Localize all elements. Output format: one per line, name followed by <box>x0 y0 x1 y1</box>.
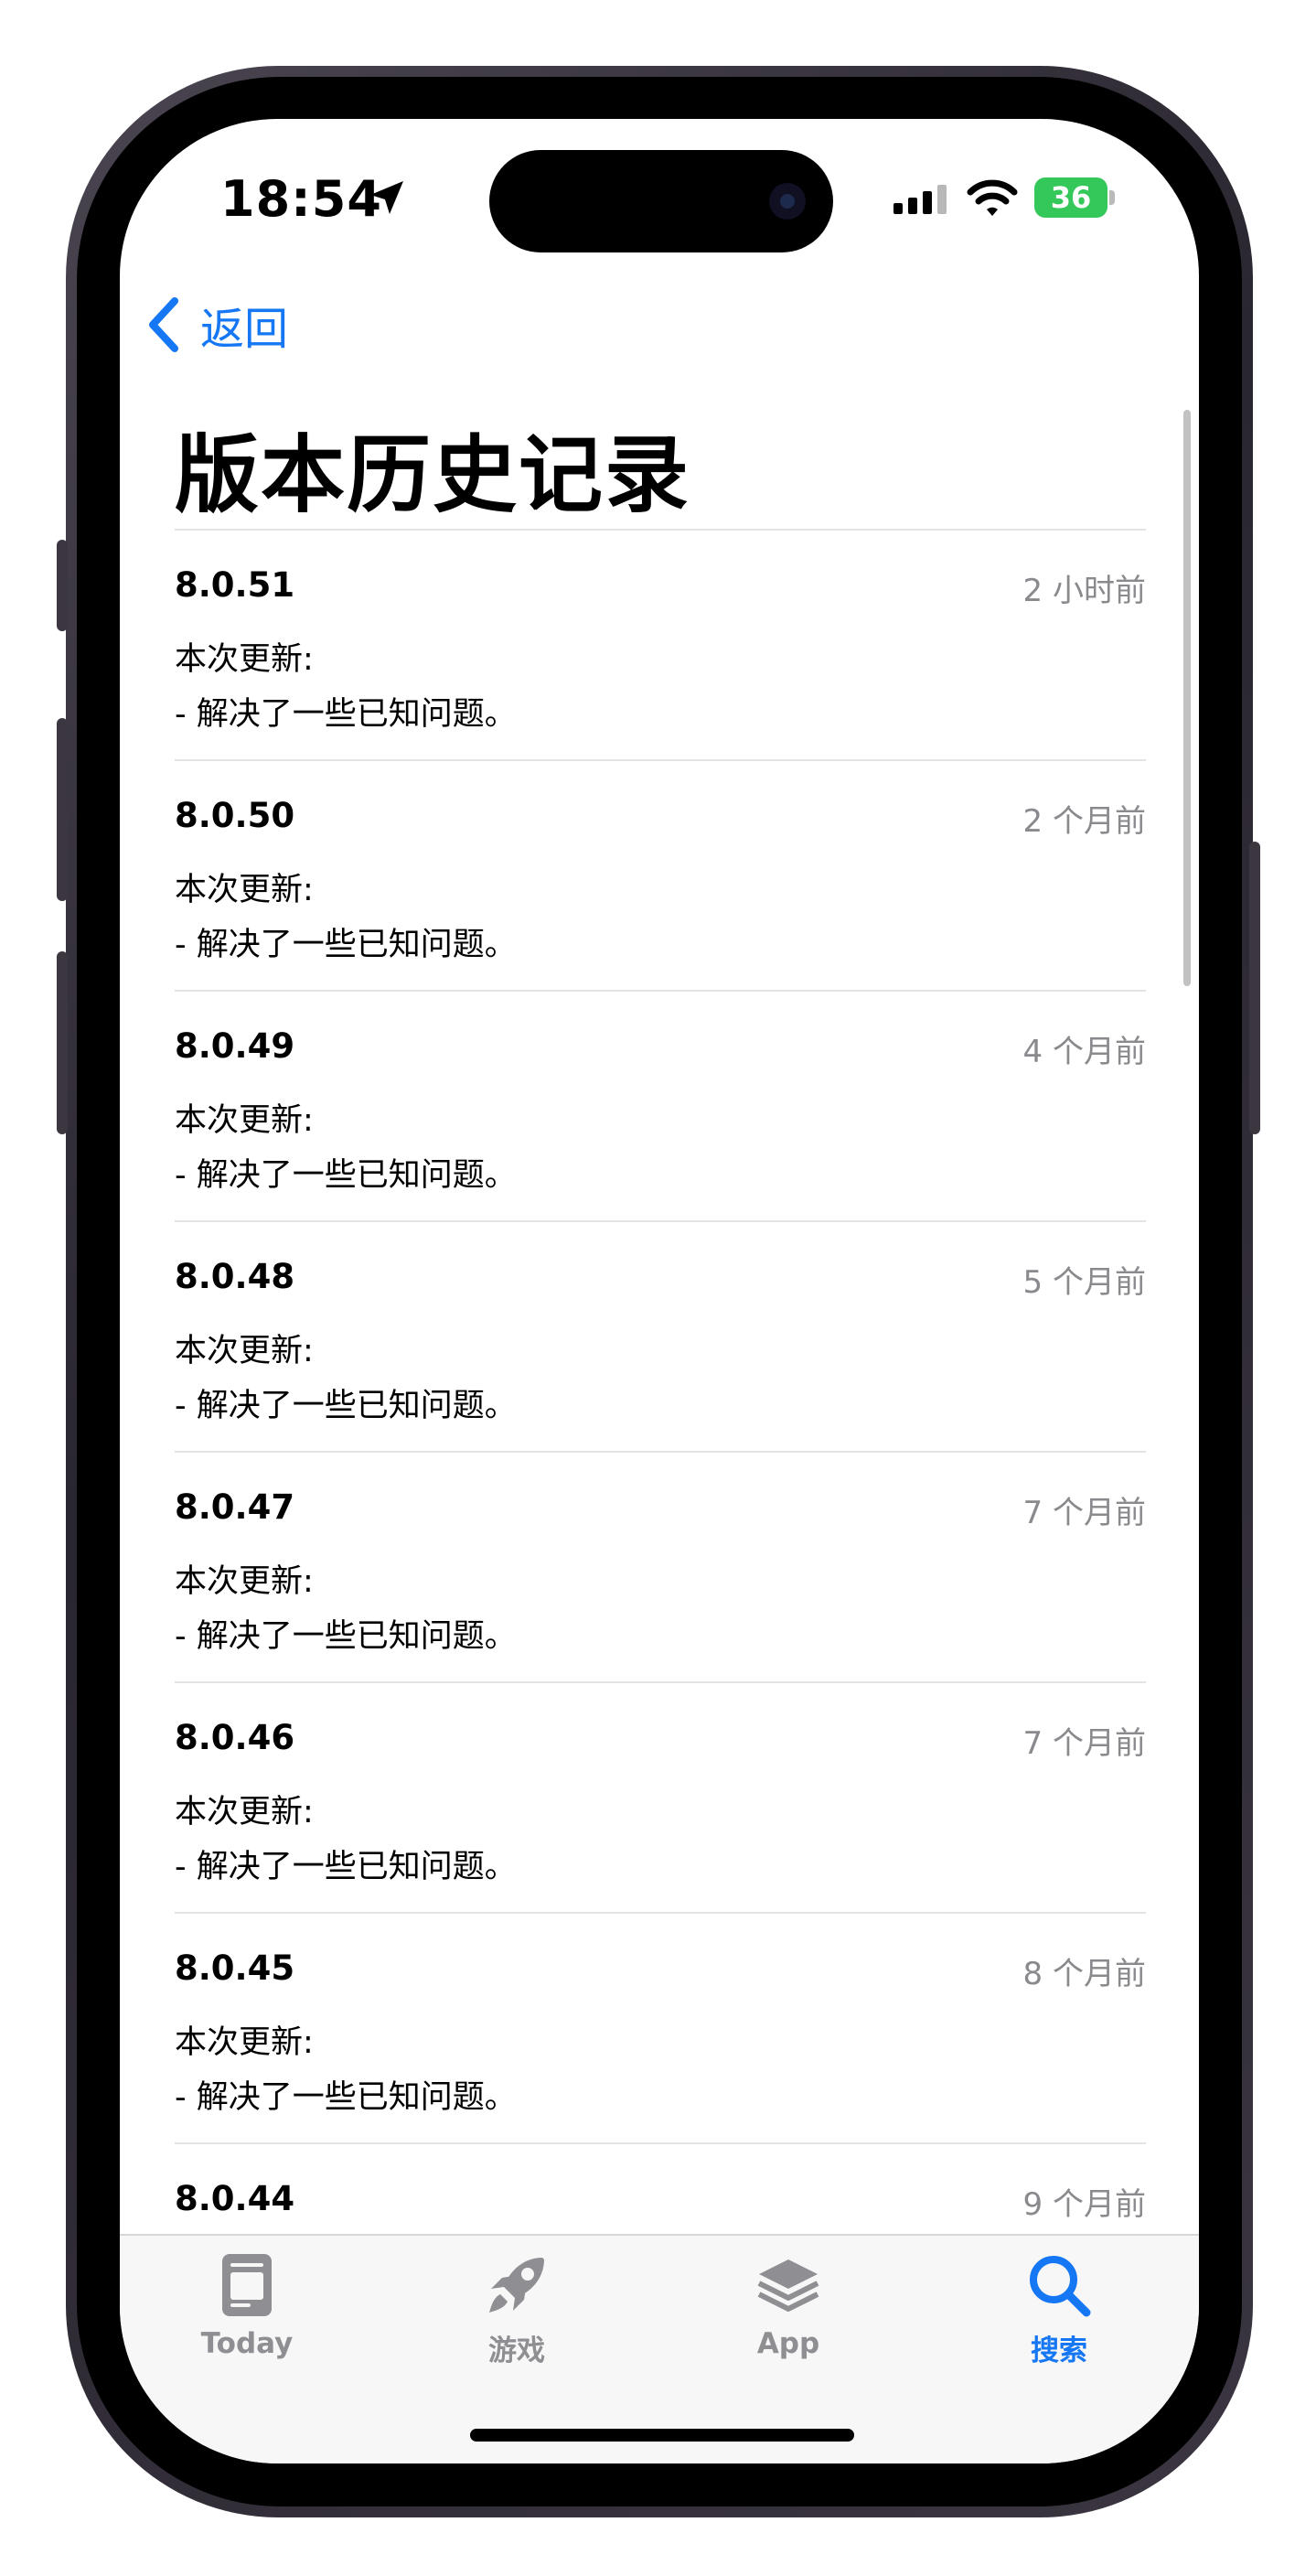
release-notes-text: - 解决了一些已知问题。 <box>175 696 517 733</box>
wifi-icon <box>967 179 1018 216</box>
version-number: 8.0.49 <box>175 1026 295 1066</box>
volume-down-button <box>57 951 68 1134</box>
version-date: 8 个月前 <box>1022 1956 1146 1992</box>
chevron-left-icon <box>149 297 178 352</box>
release-notes-text: - 解决了一些已知问题。 <box>175 1618 517 1655</box>
dynamic-island <box>489 150 833 252</box>
app-stack-icon <box>757 2259 819 2312</box>
home-indicator[interactable] <box>470 2429 854 2442</box>
back-button[interactable]: 返回 <box>144 293 288 357</box>
tab-search[interactable]: 搜索 <box>977 2250 1141 2378</box>
version-number: 8.0.45 <box>175 1948 295 1988</box>
power-button <box>1249 842 1260 1134</box>
version-number: 8.0.44 <box>175 2179 295 2218</box>
release-notes-heading: 本次更新: <box>175 641 314 678</box>
today-icon <box>222 2254 272 2316</box>
search-icon <box>1030 2256 1091 2317</box>
action-button <box>57 540 68 631</box>
version-number: 8.0.51 <box>175 565 295 605</box>
version-item: 8.0.46 7 个月前 本次更新: - 解决了一些已知问题。 <box>175 1683 1146 1912</box>
tab-games[interactable]: 游戏 <box>434 2250 599 2378</box>
battery-nub <box>1109 190 1115 205</box>
cellular-signal-icon <box>893 185 947 214</box>
version-item: 8.0.47 7 个月前 本次更新: - 解决了一些已知问题。 <box>175 1453 1146 1681</box>
page-title: 版本历史记录 <box>175 426 691 524</box>
release-notes-heading: 本次更新: <box>175 2024 314 2061</box>
rocket-icon <box>489 2258 544 2313</box>
tab-apps[interactable]: App <box>706 2250 871 2378</box>
version-date: 7 个月前 <box>1022 1725 1146 1762</box>
version-date: 2 小时前 <box>1022 573 1146 609</box>
version-number: 8.0.48 <box>175 1257 295 1296</box>
version-number: 8.0.50 <box>175 796 295 835</box>
volume-up-button <box>57 718 68 901</box>
release-notes-text: - 解决了一些已知问题。 <box>175 1388 517 1424</box>
release-notes-text: - 解决了一些已知问题。 <box>175 1157 517 1194</box>
version-number: 8.0.46 <box>175 1718 295 1757</box>
version-date: 2 个月前 <box>1022 803 1146 840</box>
version-date: 9 个月前 <box>1022 2186 1146 2223</box>
front-camera <box>769 183 806 220</box>
tab-today[interactable]: Today <box>165 2250 329 2378</box>
release-notes-heading: 本次更新: <box>175 1563 314 1600</box>
version-date: 7 个月前 <box>1022 1495 1146 1531</box>
tab-label: 搜索 <box>1031 2334 1087 2367</box>
release-notes-heading: 本次更新: <box>175 1794 314 1830</box>
version-item: 8.0.45 8 个月前 本次更新: - 解决了一些已知问题。 <box>175 1914 1146 2142</box>
version-item: 8.0.49 4 个月前 本次更新: - 解决了一些已知问题。 <box>175 992 1146 1220</box>
back-label: 返回 <box>200 304 289 355</box>
battery-indicator: 36 <box>1034 177 1107 218</box>
status-time: 18:54 <box>220 170 382 228</box>
location-arrow-icon <box>370 181 403 214</box>
screen: 18:54 36 返回 版本历史记录 8.0.51 2 小时前 本次更新: - … <box>120 119 1199 2463</box>
version-number: 8.0.47 <box>175 1487 295 1527</box>
version-item: 8.0.51 2 小时前 本次更新: - 解决了一些已知问题。 <box>175 531 1146 759</box>
release-notes-text: - 解决了一些已知问题。 <box>175 2079 517 2116</box>
version-date: 4 个月前 <box>1022 1034 1146 1070</box>
release-notes-text: - 解决了一些已知问题。 <box>175 927 517 963</box>
tab-label: 游戏 <box>488 2334 545 2367</box>
tab-label: App <box>756 2327 820 2360</box>
release-notes-heading: 本次更新: <box>175 872 314 908</box>
release-notes-heading: 本次更新: <box>175 1102 314 1139</box>
release-notes-heading: 本次更新: <box>175 1333 314 1369</box>
version-date: 5 个月前 <box>1022 1264 1146 1301</box>
version-item: 8.0.48 5 个月前 本次更新: - 解决了一些已知问题。 <box>175 1222 1146 1451</box>
tab-label: Today <box>200 2327 294 2360</box>
scroll-indicator[interactable] <box>1183 410 1191 986</box>
version-history-list: 8.0.51 2 小时前 本次更新: - 解决了一些已知问题。 8.0.50 2… <box>175 529 1146 2373</box>
version-item: 8.0.50 2 个月前 本次更新: - 解决了一些已知问题。 <box>175 761 1146 990</box>
release-notes-text: - 解决了一些已知问题。 <box>175 1849 517 1885</box>
